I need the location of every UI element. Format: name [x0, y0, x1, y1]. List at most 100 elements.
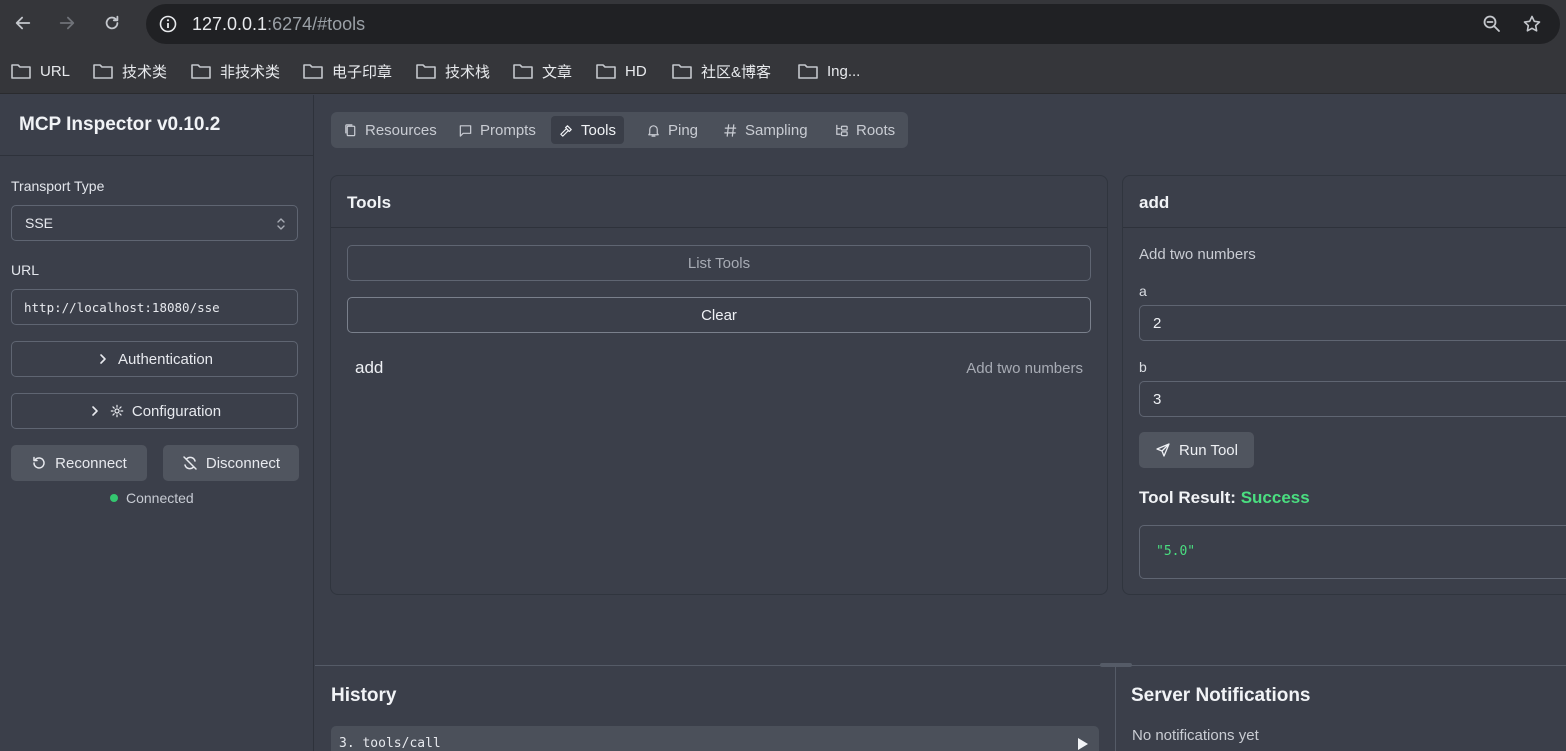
message-square-icon [459, 124, 472, 137]
status-dot [110, 494, 118, 502]
history-item-label: 3. tools/call [339, 736, 441, 751]
tool-detail-description: Add two numbers [1139, 246, 1256, 263]
tab-ping[interactable]: Ping [638, 116, 706, 144]
browser-toolbar: 127.0.0.1:6274/#tools [0, 0, 1566, 48]
address-url: 127.0.0.1:6274/#tools [192, 14, 366, 34]
server-notifications-title: Server Notifications [1131, 685, 1311, 706]
folder-icon [11, 64, 31, 79]
folder-icon [513, 64, 533, 79]
param-a-label: a [1139, 283, 1147, 299]
tool-detail-panel: add Add two numbers a 2 b 3 Run Tool Too… [1123, 176, 1566, 594]
bookmark-folder[interactable]: 技术栈 [415, 60, 490, 82]
hash-icon [724, 123, 737, 137]
bookmark-folder[interactable]: 非技术类 [190, 60, 280, 82]
address-bar[interactable]: 127.0.0.1:6274/#tools [146, 4, 1560, 44]
bell-icon [648, 124, 659, 137]
sidebar-divider [0, 155, 314, 156]
disconnect-label: Disconnect [205, 454, 281, 472]
tool-detail-title: add [1139, 193, 1170, 212]
tool-result-status: Success [1240, 488, 1310, 507]
folder-icon [672, 64, 692, 79]
reconnect-label: Reconnect [55, 454, 127, 472]
connection-status: Connected [110, 490, 194, 506]
tools-panel: Tools List Tools Clear add Add two numbe… [331, 176, 1107, 594]
disconnect-button[interactable]: Disconnect [163, 445, 299, 481]
bookmark-folder[interactable]: Ing... [797, 60, 860, 82]
chevron-right-icon [100, 354, 106, 364]
panel-divider [315, 665, 1566, 666]
param-b-label: b [1139, 359, 1147, 375]
back-button[interactable] [9, 9, 37, 37]
clear-button[interactable]: Clear [347, 297, 1091, 333]
tool-list-item[interactable]: add Add two numbers [347, 352, 1091, 384]
reload-button[interactable] [98, 9, 126, 37]
history-item[interactable]: 3. tools/call [331, 726, 1099, 751]
bookmark-folder[interactable]: 社区&博客 [671, 60, 771, 82]
folder-tree-icon [836, 124, 848, 136]
authentication-button[interactable]: Authentication [11, 341, 298, 377]
tool-result-label: Tool Result: [1139, 488, 1236, 507]
tab-prompts[interactable]: Prompts [450, 116, 544, 144]
configuration-label: Configuration [131, 402, 222, 420]
hammer-icon [560, 124, 572, 137]
bookmark-folder[interactable]: 文章 [512, 60, 572, 82]
run-tool-label: Run Tool [1179, 441, 1238, 459]
arrow-right-icon [59, 16, 75, 30]
bookmark-folder[interactable]: URL [10, 60, 70, 82]
bookmark-folder[interactable]: HD [595, 60, 647, 82]
no-notifications-text: No notifications yet [1132, 727, 1259, 744]
reconnect-button[interactable]: Reconnect [11, 445, 147, 481]
bottom-split-divider [1115, 666, 1116, 751]
app-title: MCP Inspector v0.10.2 [19, 114, 221, 135]
send-icon [1156, 443, 1170, 457]
files-icon [345, 123, 356, 136]
folder-icon [93, 64, 113, 79]
url-input-value: http://localhost:18080/sse [24, 300, 220, 315]
tool-result-box: "5.0" [1139, 525, 1566, 579]
tool-result-heading: Tool Result: Success [1139, 488, 1310, 508]
tool-name: add [355, 358, 384, 377]
status-text: Connected [126, 490, 194, 506]
tools-panel-title: Tools [347, 193, 392, 212]
folder-icon [303, 64, 323, 79]
chevron-right-icon [92, 406, 98, 416]
list-tools-button[interactable]: List Tools [347, 245, 1091, 281]
info-icon[interactable] [158, 14, 178, 34]
chevrons-up-down-icon [277, 218, 285, 230]
folder-icon [191, 64, 211, 79]
url-label: URL [11, 262, 40, 278]
history-title: History [331, 685, 397, 706]
tool-result-value: "5.0" [1156, 544, 1196, 559]
transport-type-label: Transport Type [11, 178, 105, 194]
tab-sampling[interactable]: Sampling [715, 116, 816, 144]
gear-icon [110, 404, 124, 418]
run-tool-button[interactable]: Run Tool [1139, 432, 1254, 468]
resize-handle[interactable] [1100, 663, 1132, 667]
tab-tools[interactable]: Tools [551, 116, 625, 144]
param-a-input[interactable]: 2 [1139, 305, 1566, 341]
play-icon[interactable] [1077, 737, 1089, 751]
folder-icon [596, 64, 616, 79]
zoom-icon[interactable] [1482, 14, 1502, 34]
url-input[interactable]: http://localhost:18080/sse [11, 289, 298, 325]
sidebar: MCP Inspector v0.10.2 Transport Type SSE… [0, 95, 314, 751]
param-a-value: 2 [1153, 315, 1162, 332]
bookmark-folder[interactable]: 技术类 [92, 60, 167, 82]
refresh-off-icon [183, 456, 197, 470]
arrow-left-icon [15, 16, 31, 30]
folder-icon [416, 64, 436, 79]
bookmark-folder[interactable]: 电子印章 [302, 60, 392, 82]
rotate-ccw-icon [33, 456, 45, 469]
star-icon[interactable] [1522, 14, 1542, 34]
tab-resources[interactable]: Resources [335, 116, 445, 144]
param-b-input[interactable]: 3 [1139, 381, 1566, 417]
configuration-button[interactable]: Configuration [11, 393, 298, 429]
transport-type-select[interactable]: SSE [11, 205, 298, 241]
tool-detail-header: add [1123, 176, 1566, 228]
forward-button[interactable] [53, 9, 81, 37]
tab-roots[interactable]: Roots [826, 116, 903, 144]
tools-panel-header: Tools [331, 176, 1107, 228]
authentication-label: Authentication [117, 350, 214, 368]
bookmarks-bar: URL 技术类 非技术类 电子印章 技术栈 文章 HD 社区&博客 Ing... [0, 48, 1566, 94]
reload-icon [105, 15, 119, 30]
